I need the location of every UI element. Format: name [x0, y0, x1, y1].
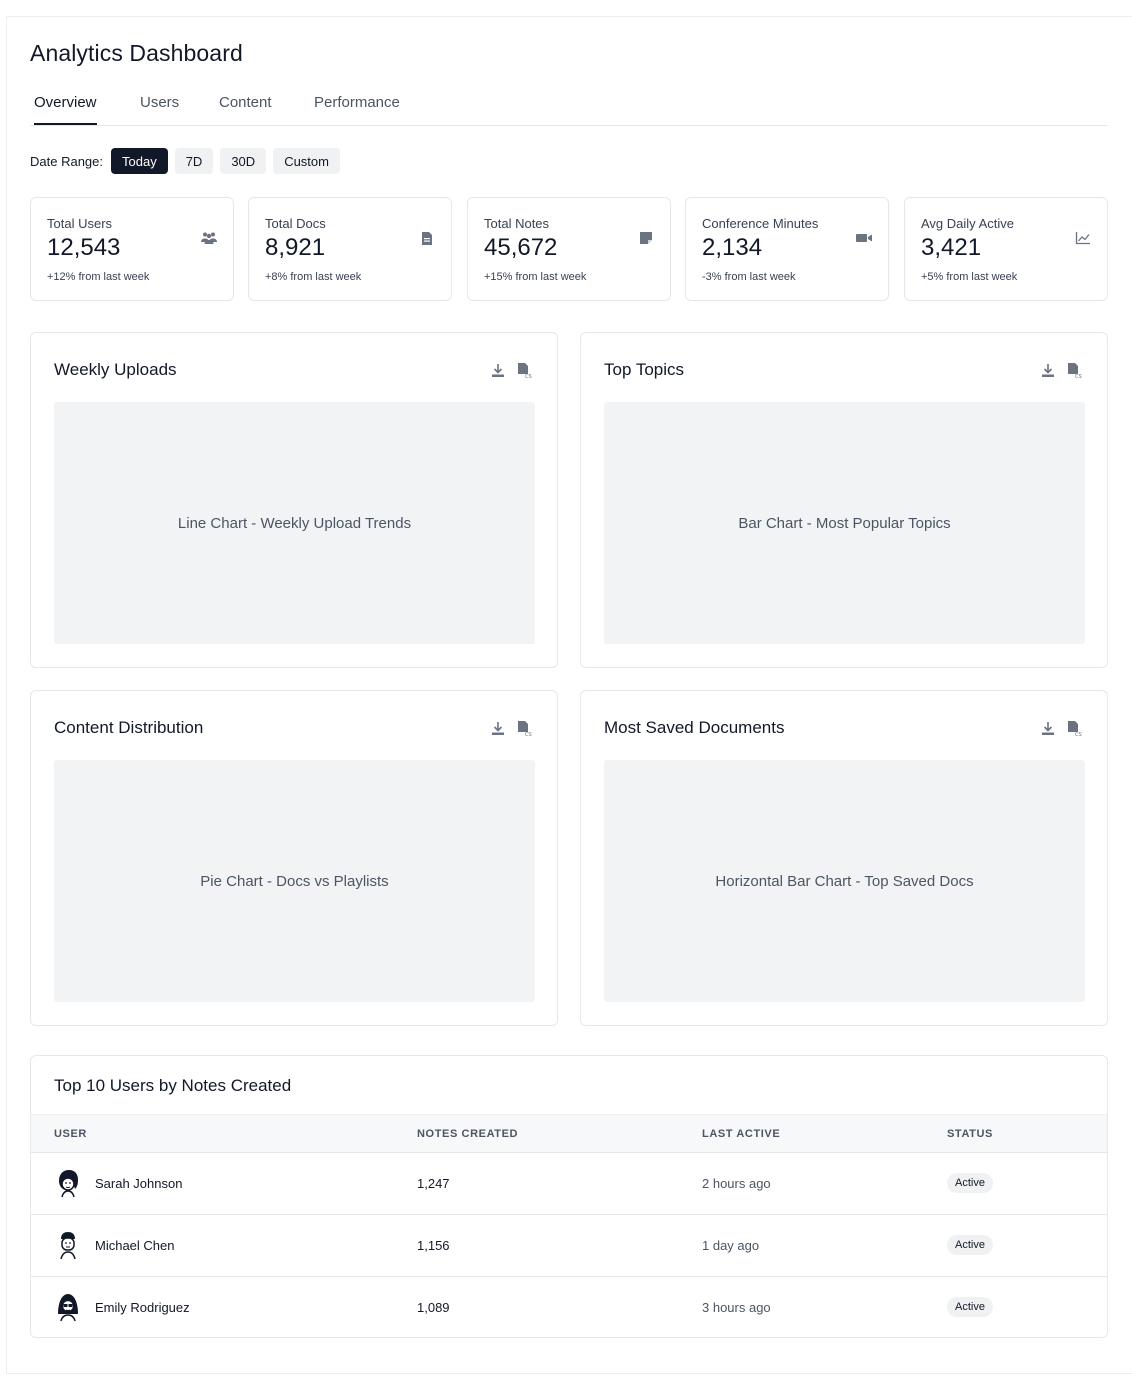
download-icon[interactable] [1039, 719, 1057, 737]
stat-change: +5% from last week [921, 271, 1018, 283]
date-option-today[interactable]: Today [111, 148, 168, 174]
csv-file-icon[interactable]: CSV [515, 719, 533, 737]
svg-text:CSV: CSV [525, 374, 532, 379]
status-badge: Active [947, 1173, 993, 1193]
last-active: 2 hours ago [702, 1176, 771, 1191]
note-icon [637, 230, 655, 246]
svg-text:CSV: CSV [525, 732, 532, 737]
download-icon[interactable] [489, 361, 507, 379]
stat-card-total-docs: Total Docs 8,921 +8% from last week [248, 197, 452, 301]
download-icon[interactable] [1039, 361, 1057, 379]
chart-placeholder: Pie Chart - Docs vs Playlists [54, 760, 535, 1002]
download-icon[interactable] [489, 719, 507, 737]
table-title: Top 10 Users by Notes Created [54, 1076, 292, 1095]
users-icon [200, 230, 218, 246]
chart-placeholder: Horizontal Bar Chart - Top Saved Docs [604, 760, 1085, 1002]
user-name: Michael Chen [95, 1238, 175, 1253]
date-range-label: Date Range: [30, 153, 103, 169]
stat-value: 45,672 [484, 234, 558, 261]
date-option-7d[interactable]: 7D [174, 148, 214, 174]
csv-file-icon[interactable]: CSV [515, 361, 533, 379]
tab-users[interactable]: Users [140, 94, 179, 125]
stat-label: Avg Daily Active [921, 216, 1014, 231]
csv-file-icon[interactable]: CSV [1065, 361, 1083, 379]
user-name: Emily Rodriguez [95, 1300, 190, 1315]
column-header-user: USER [54, 1128, 87, 1140]
date-option-30d[interactable]: 30D [220, 148, 267, 174]
stat-label: Conference Minutes [702, 216, 819, 231]
chart-placeholder: Bar Chart - Most Popular Topics [604, 402, 1085, 644]
card-title: Weekly Uploads [54, 360, 177, 379]
chart-placeholder: Line Chart - Weekly Upload Trends [54, 402, 535, 644]
svg-text:CSV: CSV [1075, 374, 1082, 379]
chart-card-most-saved-documents: Most Saved Documents CSV Horizontal Bar … [580, 690, 1108, 1026]
stat-value: 8,921 [265, 234, 326, 261]
card-title: Most Saved Documents [604, 718, 785, 737]
table-row[interactable]: Emily Rodriguez 1,089 3 hours ago Active [31, 1276, 1107, 1337]
stat-card-conference-minutes: Conference Minutes 2,134 -3% from last w… [685, 197, 889, 301]
notes-count: 1,247 [417, 1176, 450, 1191]
stat-change: +12% from last week [47, 271, 150, 283]
stat-value: 3,421 [921, 234, 982, 261]
column-header-last-active: LAST ACTIVE [702, 1128, 781, 1140]
notes-count: 1,089 [417, 1300, 450, 1315]
last-active: 3 hours ago [702, 1300, 771, 1315]
stat-change: +8% from last week [265, 271, 362, 283]
stat-label: Total Notes [484, 216, 550, 231]
tab-bar: Overview Users Content Performance [30, 90, 1108, 126]
table-row[interactable]: Michael Chen 1,156 1 day ago Active [31, 1214, 1107, 1276]
table-header: USER NOTES CREATED LAST ACTIVE STATUS [31, 1114, 1107, 1152]
card-actions: CSV [489, 719, 533, 737]
column-header-status: STATUS [947, 1128, 993, 1140]
top-users-table: Top 10 Users by Notes Created USER NOTES… [30, 1055, 1108, 1338]
notes-count: 1,156 [417, 1238, 450, 1253]
column-header-notes-created: NOTES CREATED [417, 1128, 519, 1140]
stat-card-total-notes: Total Notes 45,672 +15% from last week [467, 197, 671, 301]
card-title: Top Topics [604, 360, 685, 379]
table-row[interactable]: Sarah Johnson 1,247 2 hours ago Active [31, 1152, 1107, 1214]
stat-label: Total Users [47, 216, 113, 231]
video-icon [855, 230, 873, 246]
chart-card-content-distribution: Content Distribution CSV Pie Chart - Doc… [30, 690, 558, 1026]
tab-performance[interactable]: Performance [314, 94, 400, 125]
stat-change: -3% from last week [702, 271, 796, 283]
csv-file-icon[interactable]: CSV [1065, 719, 1083, 737]
tab-content[interactable]: Content [219, 94, 272, 125]
avatar [53, 1230, 83, 1260]
card-title: Content Distribution [54, 718, 204, 737]
chart-card-top-topics: Top Topics CSV Bar Chart - Most Popular … [580, 332, 1108, 668]
stat-card-avg-daily-active: Avg Daily Active 3,421 +5% from last wee… [904, 197, 1108, 301]
card-actions: CSV [1039, 361, 1083, 379]
document-icon [418, 230, 436, 246]
page-title: Analytics Dashboard [30, 40, 243, 66]
card-actions: CSV [489, 361, 533, 379]
status-badge: Active [947, 1235, 993, 1255]
date-option-custom[interactable]: Custom [273, 148, 340, 174]
stat-value: 12,543 [47, 234, 121, 261]
user-name: Sarah Johnson [95, 1176, 183, 1191]
stat-change: +15% from last week [484, 271, 587, 283]
svg-text:CSV: CSV [1075, 732, 1082, 737]
date-range-selector: Date Range: Today 7D 30D Custom [30, 148, 347, 174]
avatar [53, 1168, 83, 1198]
card-actions: CSV [1039, 719, 1083, 737]
status-badge: Active [947, 1297, 993, 1317]
tab-overview[interactable]: Overview [34, 94, 97, 125]
stat-label: Total Docs [265, 216, 326, 231]
avatar [53, 1292, 83, 1322]
chart-card-weekly-uploads: Weekly Uploads CSV Line Chart - Weekly U… [30, 332, 558, 668]
last-active: 1 day ago [702, 1238, 760, 1253]
stat-value: 2,134 [702, 234, 763, 261]
stat-card-total-users: Total Users 12,543 +12% from last week [30, 197, 234, 301]
line-chart-icon [1074, 230, 1092, 246]
